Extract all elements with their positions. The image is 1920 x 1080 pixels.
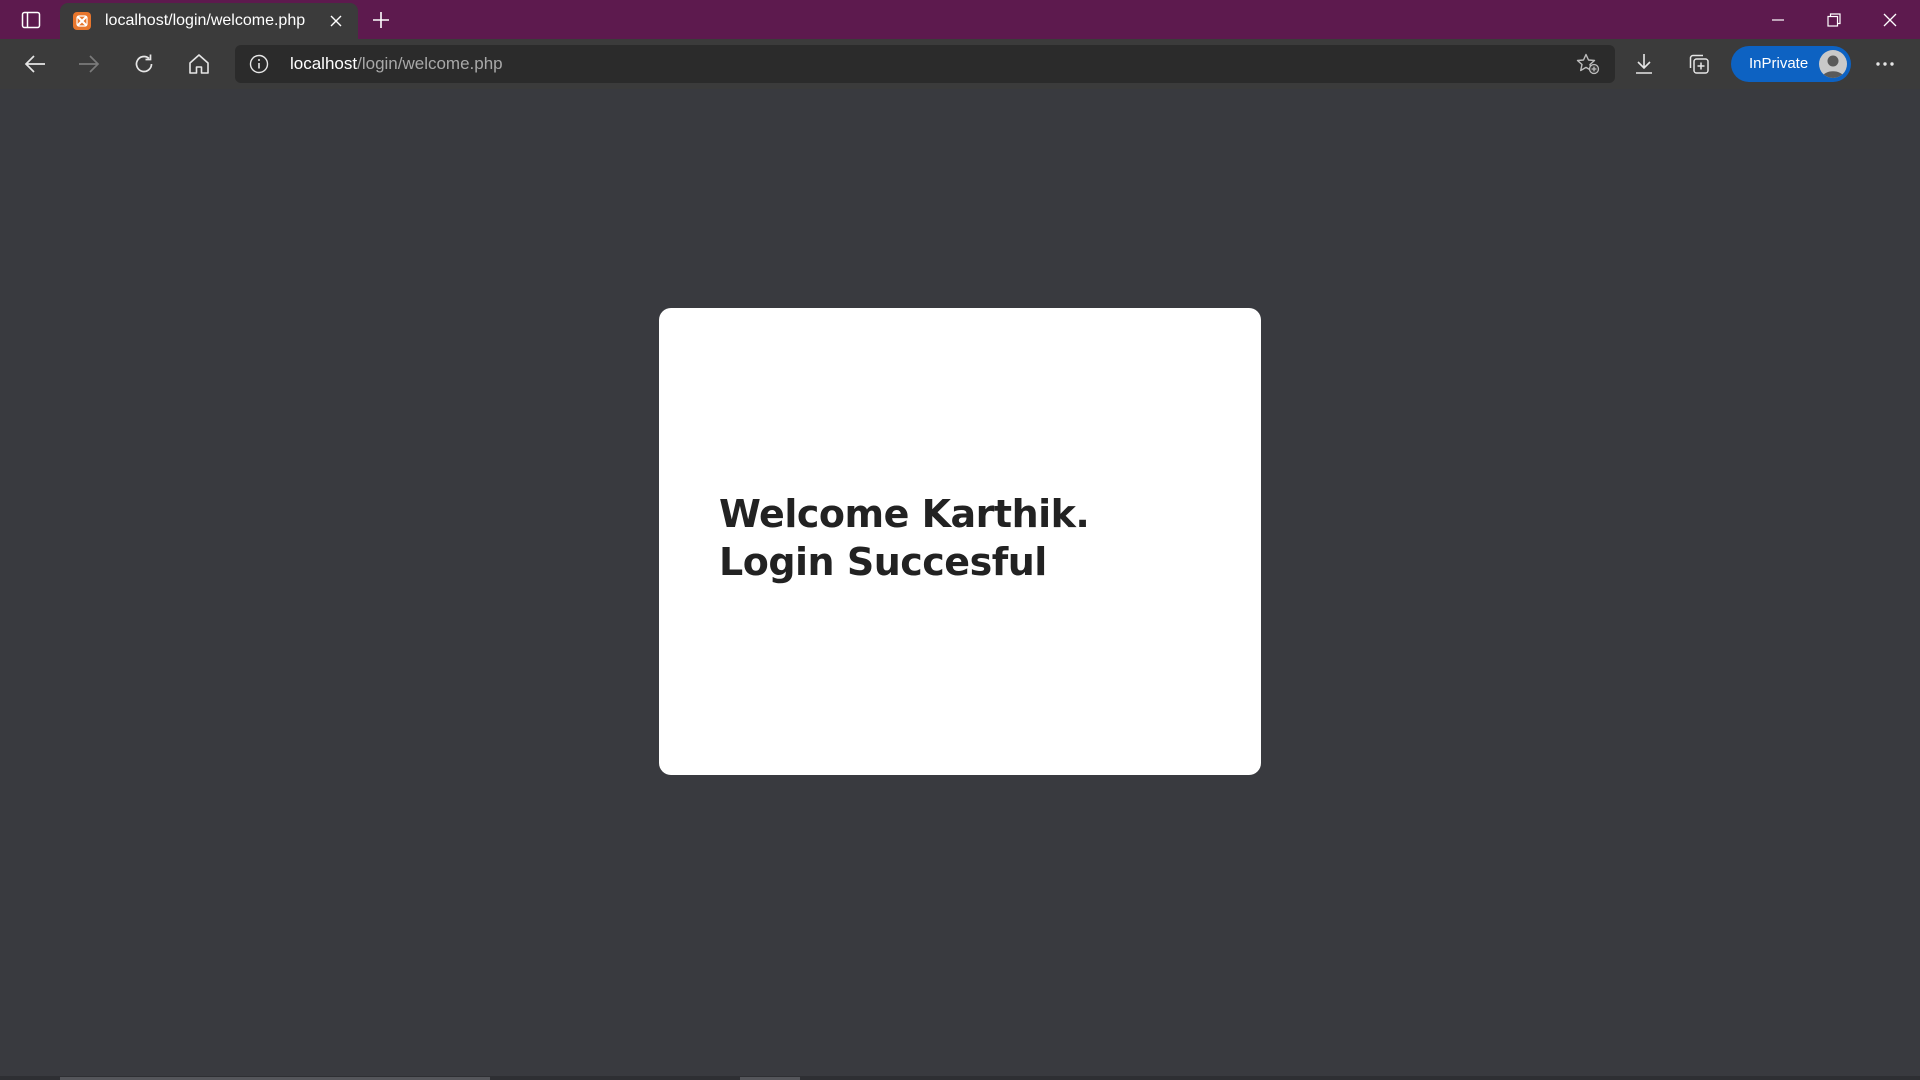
profile-icon — [1822, 55, 1844, 78]
back-arrow-icon — [24, 55, 45, 73]
tab-actions-icon — [21, 11, 41, 29]
tab-close-button[interactable] — [326, 11, 346, 31]
close-icon — [330, 15, 342, 27]
forward-button[interactable] — [70, 46, 108, 82]
new-tab-button[interactable] — [366, 6, 396, 34]
url-host: localhost — [290, 54, 358, 73]
restore-button[interactable] — [1806, 0, 1862, 39]
url-text[interactable]: localhost/login/welcome.php — [290, 54, 503, 74]
close-window-button[interactable] — [1862, 0, 1918, 39]
forward-arrow-icon — [79, 55, 100, 73]
minimize-icon — [1772, 18, 1784, 21]
welcome-message: Welcome Karthik. Login Succesful — [719, 490, 1090, 586]
plus-icon — [373, 12, 389, 28]
settings-more-button[interactable] — [1866, 46, 1904, 82]
xampp-icon — [73, 12, 91, 30]
page-content: Welcome Karthik. Login Succesful — [0, 89, 1920, 1080]
url-path: /login/welcome.php — [357, 54, 503, 73]
info-icon[interactable] — [249, 54, 269, 74]
minimize-button[interactable] — [1750, 0, 1806, 39]
home-icon — [189, 54, 209, 74]
download-icon — [1636, 54, 1652, 74]
home-button[interactable] — [180, 46, 218, 82]
more-icon — [1876, 62, 1894, 66]
welcome-card: Welcome Karthik. Login Succesful — [659, 308, 1261, 775]
login-status-line: Login Succesful — [719, 540, 1047, 584]
inprivate-button[interactable]: InPrivate — [1731, 46, 1851, 82]
tab-actions-button[interactable] — [14, 6, 48, 34]
welcome-line: Welcome Karthik. — [719, 492, 1090, 536]
back-button[interactable] — [16, 46, 54, 82]
restore-icon — [1827, 12, 1841, 27]
close-icon — [1883, 13, 1897, 26]
address-bar[interactable]: localhost/login/welcome.php — [235, 45, 1615, 83]
refresh-button[interactable] — [125, 46, 163, 82]
collections-button[interactable] — [1680, 46, 1718, 82]
title-bar: localhost/login/welcome.php — [0, 0, 1920, 39]
downloads-button[interactable] — [1625, 46, 1663, 82]
browser-tab[interactable]: localhost/login/welcome.php — [60, 3, 358, 39]
collections-icon — [1689, 54, 1709, 74]
add-favorite-button[interactable] — [1573, 50, 1603, 78]
inprivate-label: InPrivate — [1749, 55, 1809, 72]
star-add-icon — [1576, 53, 1600, 75]
tab-title: localhost/login/welcome.php — [105, 12, 306, 29]
browser-toolbar: localhost/login/welcome.php InPrivate — [0, 39, 1920, 89]
refresh-icon — [135, 54, 153, 73]
avatar — [1819, 50, 1847, 78]
